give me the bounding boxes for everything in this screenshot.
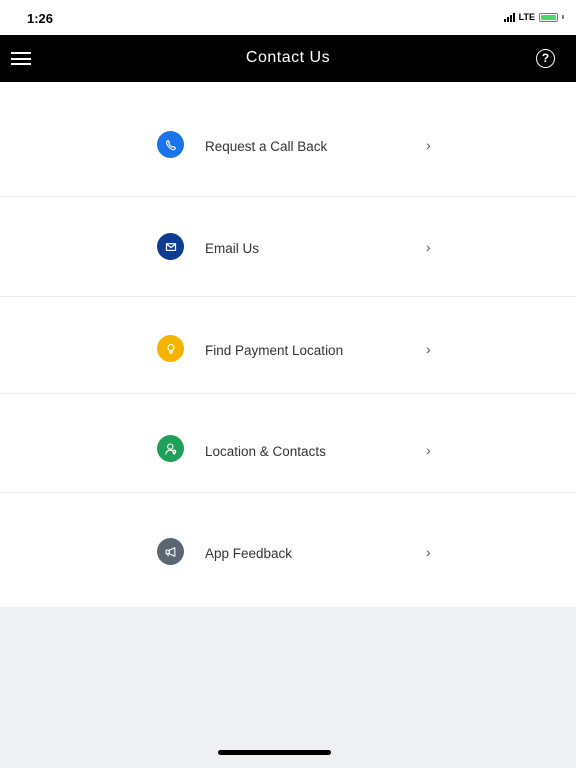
item-label: Find Payment Location xyxy=(205,343,344,358)
item-label: Request a Call Back xyxy=(205,139,328,154)
navigation-bar: Contact Us ? xyxy=(0,35,576,82)
location-contact-icon xyxy=(157,435,184,462)
megaphone-icon xyxy=(157,538,184,565)
item-label: App Feedback xyxy=(205,546,293,561)
list-item-app-feedback[interactable]: App Feedback › xyxy=(0,493,576,607)
chevron-right-icon: › xyxy=(426,341,431,357)
phone-icon xyxy=(157,131,184,158)
battery-tip xyxy=(562,15,564,19)
page-title: Contact Us xyxy=(245,49,331,66)
chevron-right-icon: › xyxy=(426,544,431,560)
lightbulb-icon xyxy=(157,335,184,362)
item-label: Location & Contacts xyxy=(205,444,326,459)
help-icon[interactable]: ? xyxy=(536,49,555,68)
list-item-request-call-back[interactable]: Request a Call Back › xyxy=(0,82,576,197)
list-item-location-contacts[interactable]: Location & Contacts › xyxy=(0,394,576,493)
envelope-icon xyxy=(157,233,184,260)
status-bar: 1:26 LTE xyxy=(0,0,576,35)
signal-icon xyxy=(503,12,515,22)
list-item-find-payment-location[interactable]: Find Payment Location › xyxy=(0,297,576,394)
contact-options-list: Request a Call Back › Email Us › Find Pa… xyxy=(0,82,576,607)
battery-icon xyxy=(539,12,558,22)
status-time: 1:26 xyxy=(27,11,54,26)
list-item-email-us[interactable]: Email Us › xyxy=(0,197,576,297)
home-indicator[interactable] xyxy=(218,750,331,755)
chevron-right-icon: › xyxy=(426,442,431,458)
chevron-right-icon: › xyxy=(426,137,431,153)
item-label: Email Us xyxy=(205,241,260,256)
chevron-right-icon: › xyxy=(426,239,431,255)
network-type: LTE xyxy=(518,12,535,22)
status-indicators: LTE xyxy=(503,12,564,22)
